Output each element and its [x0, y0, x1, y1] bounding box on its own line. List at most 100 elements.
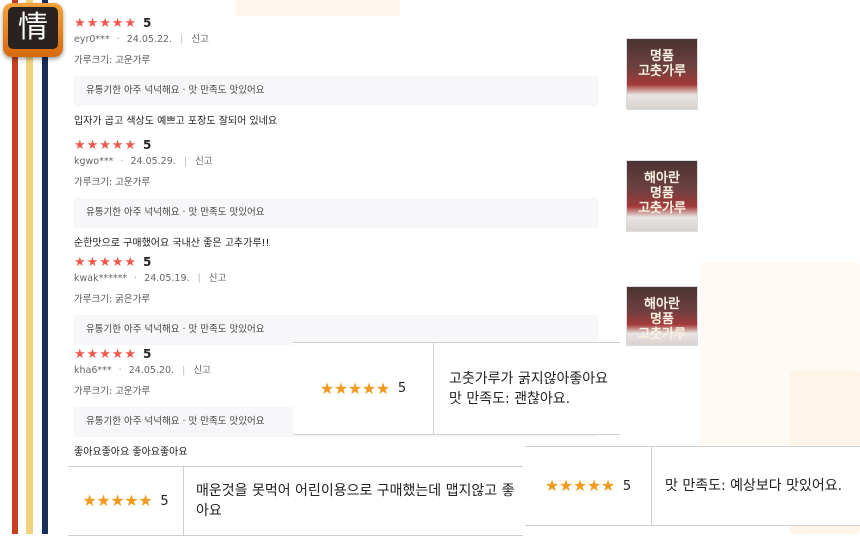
- overlay-review: ★ ★ ★ ★ ★ 5 고춧가루가 굵지않아좋아요 맛 만족도: 괜찮아요.: [293, 342, 620, 435]
- rating-score: 5: [622, 478, 632, 494]
- star-icon: ★: [99, 15, 111, 31]
- report-link[interactable]: 신고: [195, 156, 212, 167]
- overlay-review-text: 매운것을 못먹어 어린이용으로 구매했는데 맵지않고 좋아요: [196, 483, 515, 519]
- star-icon: ★: [138, 491, 153, 510]
- star-rating: ★ ★ ★ ★ ★: [545, 478, 615, 494]
- star-icon: ★: [375, 378, 391, 398]
- review-text: 좋아요좋아요 좋아요좋아요: [74, 447, 188, 458]
- meta-divider: |: [197, 273, 201, 284]
- rating-score: 5: [160, 493, 169, 509]
- star-icon: ★: [319, 378, 335, 398]
- report-link[interactable]: 신고: [191, 34, 208, 45]
- star-icon: ★: [99, 137, 111, 153]
- star-icon: ★: [124, 137, 137, 153]
- star-rating: ★ ★ ★ ★ ★: [74, 139, 137, 152]
- star-rating: ★ ★ ★ ★ ★: [74, 17, 137, 30]
- star-rating: ★ ★ ★ ★ ★: [74, 348, 137, 361]
- star-icon: ★: [586, 476, 602, 495]
- meta-dot: ·: [116, 34, 120, 45]
- evaluation-tags: 유통기한 아주 넉넉해요 · 맛 만족도 맛있어요: [74, 76, 598, 106]
- review-meta: kgwo*** · 24.05.29. | 신고: [74, 155, 598, 168]
- report-link[interactable]: 신고: [209, 273, 226, 284]
- evaluation-tags: 유통기한 아주 넉넉해요 · 맛 만족도 맛있어요: [74, 198, 598, 228]
- meta-dot: ·: [134, 273, 138, 284]
- review-item: ★ ★ ★ ★ ★ 5 eyr0*** · 24.05.22. | 신고 가루크기: 고…: [74, 16, 598, 129]
- star-icon: ★: [361, 378, 377, 398]
- overlay-rating: ★ ★ ★ ★ ★ 5: [293, 343, 434, 434]
- stripe-yellow: [26, 0, 33, 534]
- review-date: 24.05.19.: [144, 273, 190, 284]
- star-icon: ★: [96, 491, 111, 510]
- product-option: 가루크기: 고운가루: [74, 55, 151, 66]
- star-icon: ★: [82, 491, 97, 510]
- reviewer-id: eyr0***: [74, 34, 110, 45]
- app-logo: 情: [3, 3, 63, 57]
- star-icon: ★: [86, 346, 99, 362]
- rating-score: 5: [142, 255, 152, 269]
- star-icon: ★: [74, 346, 86, 362]
- star-rating: ★ ★ ★ ★ ★: [82, 493, 152, 509]
- star-icon: ★: [99, 254, 111, 270]
- overlay-review-text: 고춧가루가 굵지않아좋아요 맛 만족도: 괜찮아요.: [449, 370, 609, 407]
- meta-dot: ·: [120, 156, 124, 167]
- star-icon: ★: [347, 378, 363, 398]
- meta-divider: |: [183, 156, 188, 167]
- review-meta: eyr0*** · 24.05.22. | 신고: [74, 33, 598, 46]
- star-rating: ★ ★ ★ ★ ★: [319, 378, 391, 398]
- star-icon: ★: [544, 476, 560, 495]
- background-patch: [235, 0, 400, 16]
- review-photo[interactable]: 해아란 명품 고춧가루: [626, 160, 698, 232]
- rating: ★ ★ ★ ★ ★ 5: [74, 255, 598, 269]
- star-rating: ★ ★ ★ ★ ★: [74, 256, 137, 269]
- rating-score: 5: [142, 138, 152, 152]
- star-icon: ★: [86, 254, 99, 270]
- star-icon: ★: [600, 476, 616, 495]
- review-date: 24.05.29.: [130, 156, 176, 167]
- star-icon: ★: [86, 137, 99, 153]
- report-link[interactable]: 신고: [193, 365, 210, 376]
- overlay-rating: ★ ★ ★ ★ ★ 5: [525, 447, 652, 525]
- star-icon: ★: [124, 346, 137, 362]
- star-icon: ★: [86, 15, 99, 31]
- review-date: 24.05.22.: [126, 34, 173, 45]
- review-photo[interactable]: 명품 고춧가루: [626, 38, 698, 110]
- overlay-rating: ★ ★ ★ ★ ★ 5: [68, 467, 184, 535]
- star-icon: ★: [111, 346, 124, 362]
- review-text: 순한맛으로 구매했어요 국내산 좋은 고추가루!!: [74, 238, 270, 249]
- review-meta: kwak****** · 24.05.19. | 신고: [74, 272, 598, 285]
- star-icon: ★: [111, 254, 124, 270]
- product-option: 가루크기: 굵은가루: [74, 294, 151, 305]
- review-photo[interactable]: 해아란 명품 고춧가루: [626, 286, 698, 346]
- package-label: 해아란 명품 고춧가루: [638, 171, 686, 216]
- overlay-review: ★ ★ ★ ★ ★ 5 매운것을 못먹어 어린이용으로 구매했는데 맵지않고 좋아요: [68, 466, 523, 536]
- star-icon: ★: [333, 378, 349, 398]
- reviewer-id: kwak******: [74, 273, 128, 284]
- product-option: 가루크기: 고운가루: [74, 177, 151, 188]
- meta-divider: |: [182, 365, 186, 376]
- review-text: 입자가 곱고 색상도 예쁘고 포장도 잘되어 있네요: [74, 116, 278, 127]
- overlay-review-text: 맛 만족도: 예상보다 맛있어요.: [665, 478, 843, 494]
- reviewer-id: kgwo***: [74, 156, 114, 167]
- star-icon: ★: [74, 254, 86, 270]
- rating-score: 5: [142, 347, 152, 361]
- meta-divider: |: [180, 34, 184, 45]
- stripe-navy: [42, 0, 48, 534]
- star-icon: ★: [124, 254, 137, 270]
- review-date: 24.05.20.: [128, 365, 175, 376]
- evaluation-tags: 유통기한 아주 넉넉해요 · 맛 만족도 맛있어요: [74, 315, 598, 345]
- rating: ★ ★ ★ ★ ★ 5: [74, 138, 598, 152]
- star-icon: ★: [74, 15, 86, 31]
- star-icon: ★: [110, 491, 125, 510]
- star-icon: ★: [111, 137, 124, 153]
- review-item: ★ ★ ★ ★ ★ 5 kgwo*** · 24.05.29. | 신고 가루크기: 고…: [74, 138, 598, 251]
- star-icon: ★: [99, 346, 111, 362]
- rating-score: 5: [142, 16, 152, 30]
- star-icon: ★: [572, 476, 588, 495]
- logo-glyph: 情: [8, 7, 58, 49]
- rating: ★ ★ ★ ★ ★ 5: [74, 16, 598, 30]
- star-icon: ★: [558, 476, 574, 495]
- stripe-red: [12, 0, 18, 534]
- overlay-review: ★ ★ ★ ★ ★ 5 맛 만족도: 예상보다 맛있어요.: [525, 446, 860, 526]
- reviewer-id: kha6***: [74, 365, 112, 376]
- star-icon: ★: [124, 15, 137, 31]
